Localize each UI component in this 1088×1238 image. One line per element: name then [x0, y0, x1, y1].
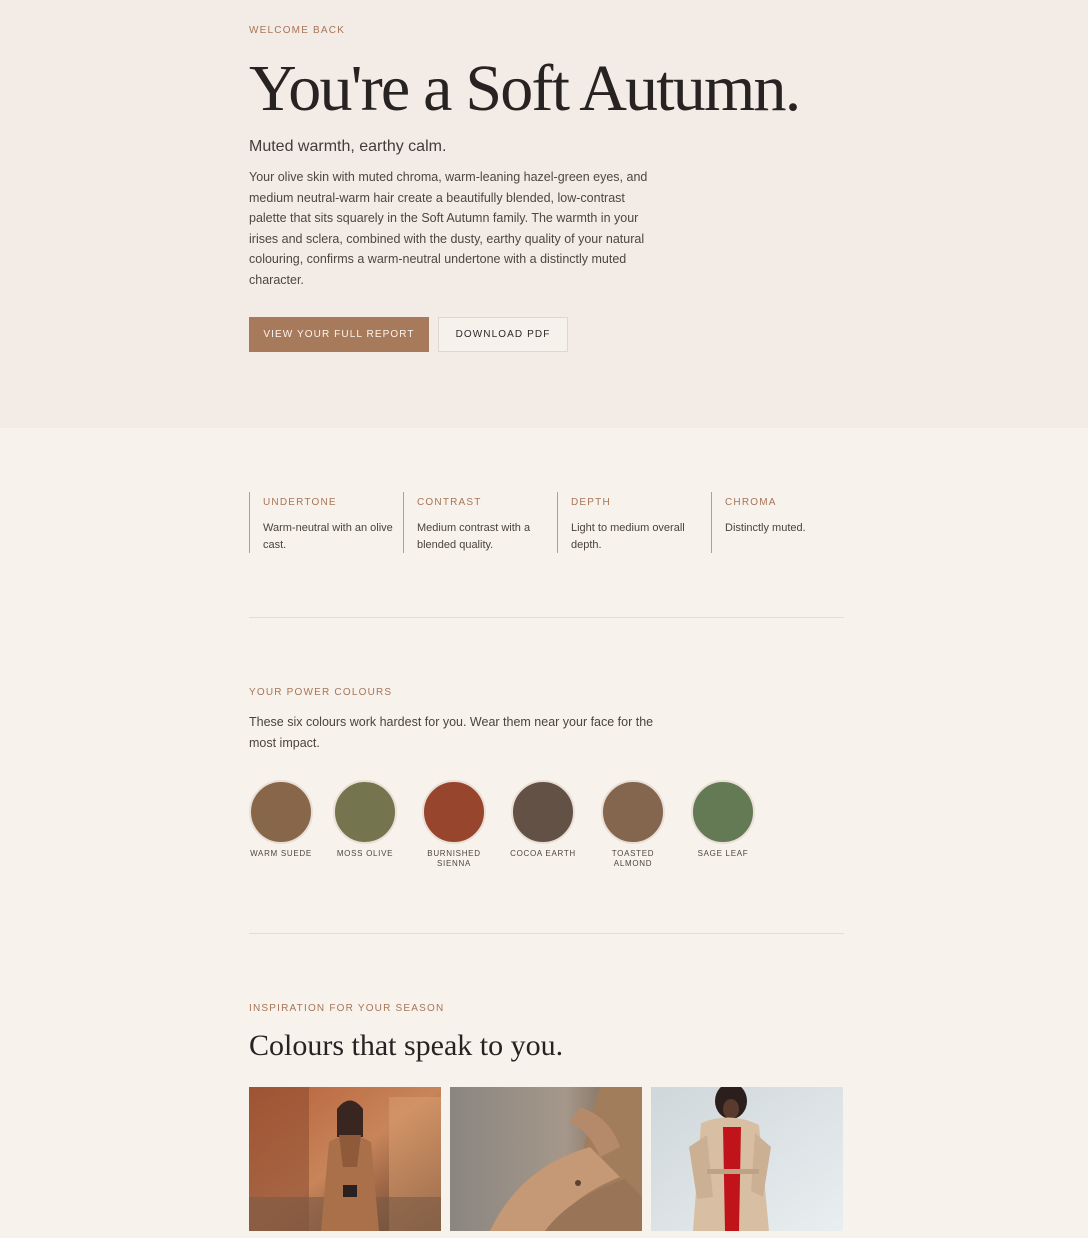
power-colours-eyebrow: YOUR POWER COLOURS: [249, 687, 393, 698]
trait-chroma: CHROMA Distinctly muted.: [711, 492, 865, 553]
swatch-sage-leaf[interactable]: SAGE LEAF: [691, 780, 755, 869]
swatch-warm-suede[interactable]: WARM SUEDE: [249, 780, 313, 869]
download-pdf-button[interactable]: DOWNLOAD PDF: [438, 316, 568, 352]
swatch-circle: [691, 780, 755, 844]
view-full-report-button[interactable]: VIEW YOUR FULL REPORT: [249, 316, 429, 352]
trait-label: UNDERTONE: [263, 497, 337, 508]
trait-value: Medium contrast with a blended quality.: [417, 522, 531, 551]
photo-coat-sleeve-closeup[interactable]: [450, 1087, 642, 1231]
swatch-name: SAGE LEAF: [697, 849, 749, 858]
hero-section: WELCOME BACK You're a Soft Autumn. Muted…: [0, 0, 1088, 428]
swatch-burnished-sienna[interactable]: BURNISHED SIENNA: [422, 780, 486, 869]
hero-subtitle: Muted warmth, earthy calm.: [249, 138, 447, 155]
trait-value: Distinctly muted.: [725, 522, 806, 534]
swatch-circle: [601, 780, 665, 844]
photo-woman-camel-coat-street[interactable]: [249, 1087, 441, 1231]
trait-label: CONTRAST: [417, 497, 482, 508]
swatch-moss-olive[interactable]: MOSS OLIVE: [333, 780, 397, 869]
photo-image: [249, 1087, 441, 1231]
swatch-list: WARM SUEDE MOSS OLIVE BURNISHED SIENNA C…: [249, 780, 844, 869]
swatch-name: BURNISHED SIENNA: [427, 849, 481, 868]
trait-value: Light to medium overall depth.: [571, 522, 685, 551]
inspiration-eyebrow: INSPIRATION FOR YOUR SEASON: [249, 1003, 445, 1014]
swatch-name: WARM SUEDE: [250, 849, 312, 858]
inspiration-gallery: [249, 1087, 844, 1231]
swatch-toasted-almond[interactable]: TOASTED ALMOND: [601, 780, 665, 869]
swatch-cocoa-earth[interactable]: COCOA EARTH: [510, 780, 575, 869]
swatch-circle: [333, 780, 397, 844]
photo-image: [450, 1087, 642, 1231]
trait-label: DEPTH: [571, 497, 611, 508]
swatch-circle: [249, 780, 313, 844]
photo-woman-beige-trench[interactable]: [651, 1087, 843, 1231]
power-colours-section: YOUR POWER COLOURS These six colours wor…: [249, 618, 844, 869]
power-colours-description: These six colours work hardest for you. …: [249, 715, 654, 750]
trait-depth: DEPTH Light to medium overall depth.: [557, 492, 711, 553]
photo-image: [651, 1087, 843, 1231]
swatch-circle: [422, 780, 486, 844]
trait-contrast: CONTRAST Medium contrast with a blended …: [403, 492, 557, 553]
trait-label: CHROMA: [725, 497, 777, 508]
swatch-name: COCOA EARTH: [510, 849, 576, 858]
inspiration-section: INSPIRATION FOR YOUR SEASON Colours that…: [249, 934, 844, 1231]
swatch-name: TOASTED ALMOND: [611, 849, 655, 868]
trait-value: Warm-neutral with an olive cast.: [263, 522, 393, 551]
hero-description: Your olive skin with muted chroma, warm-…: [249, 170, 648, 287]
inspiration-title: Colours that speak to you.: [249, 1029, 564, 1062]
hero-actions: VIEW YOUR FULL REPORT DOWNLOAD PDF: [249, 316, 844, 352]
swatch-name: MOSS OLIVE: [336, 849, 394, 858]
trait-undertone: UNDERTONE Warm-neutral with an olive cas…: [249, 492, 403, 553]
traits-row: UNDERTONE Warm-neutral with an olive cas…: [249, 492, 1088, 553]
hero-eyebrow: WELCOME BACK: [249, 25, 346, 36]
page-title: You're a Soft Autumn.: [249, 52, 801, 125]
swatch-circle: [511, 780, 575, 844]
